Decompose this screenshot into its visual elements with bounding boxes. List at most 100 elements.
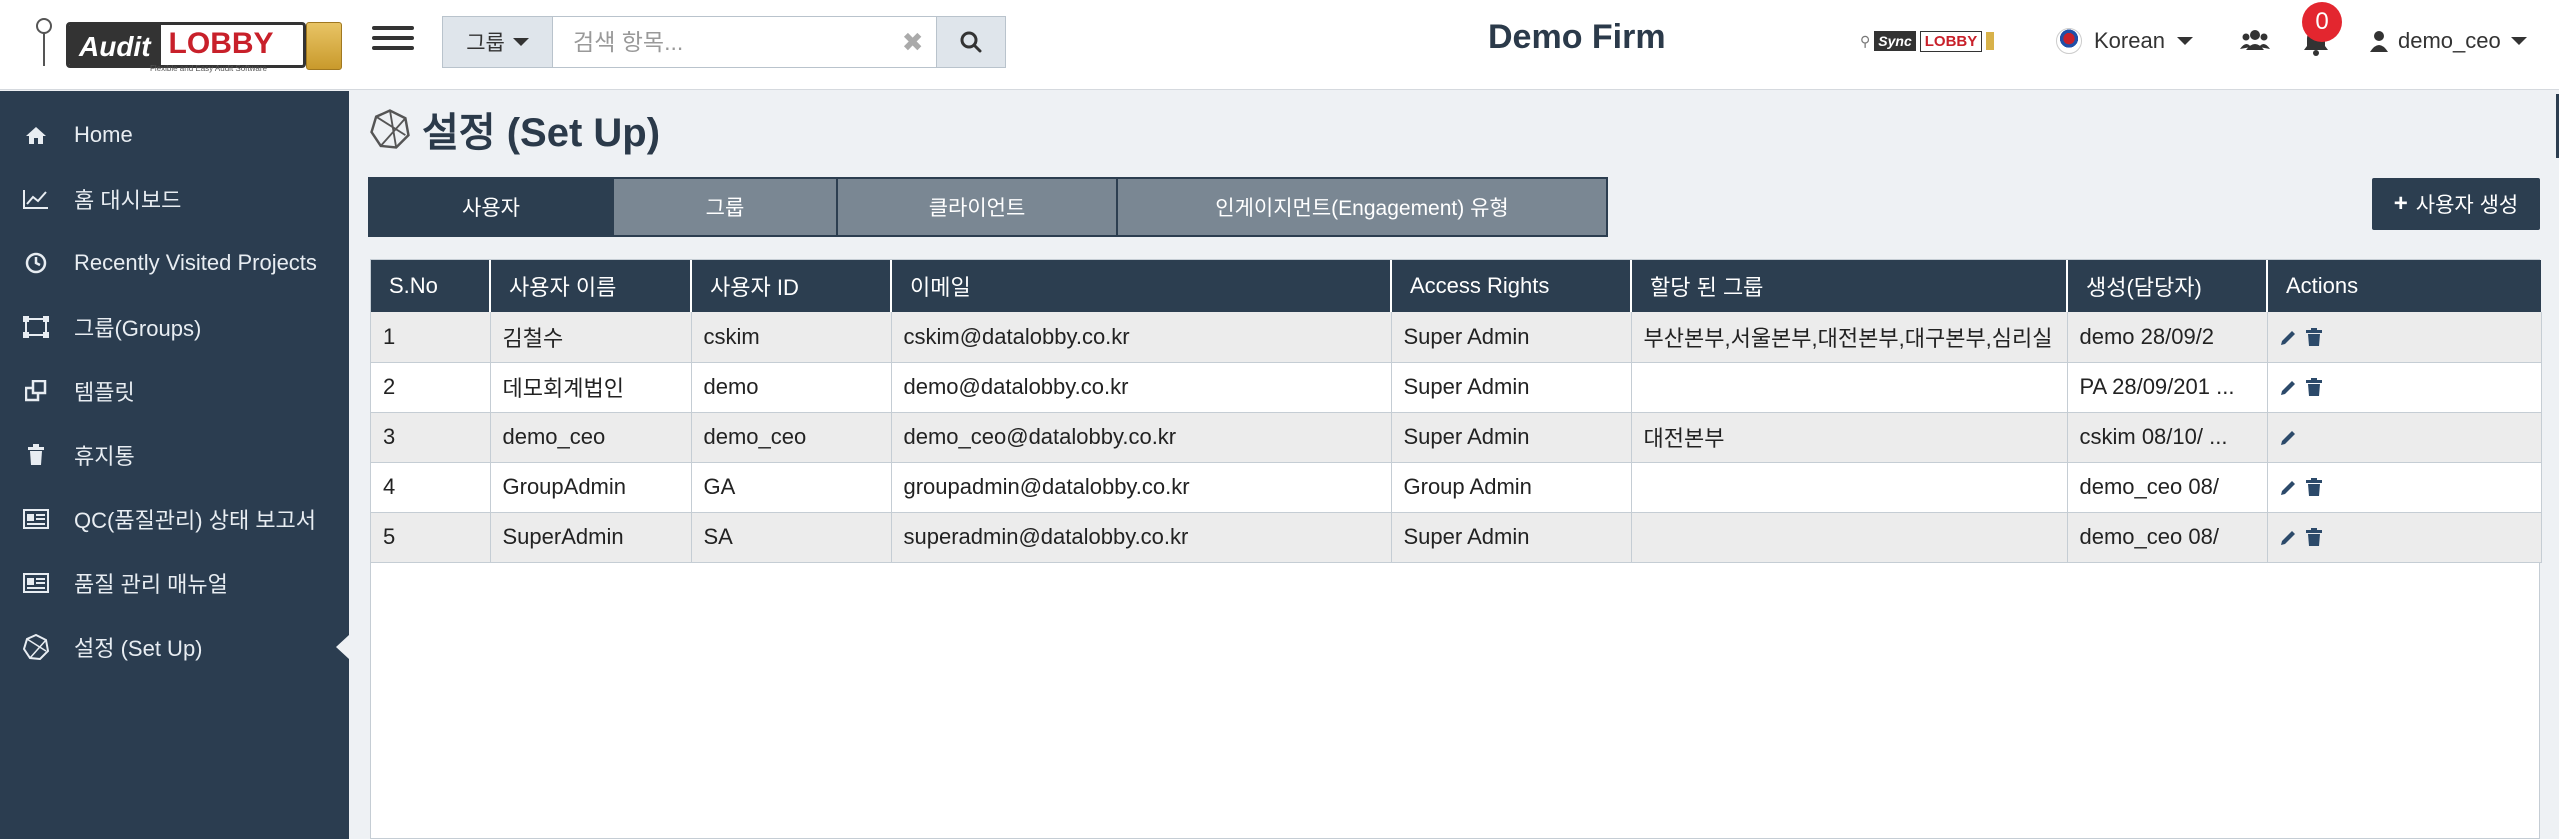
manual-icon	[22, 573, 50, 593]
menu-toggle-button[interactable]	[372, 20, 414, 60]
folder-icon	[306, 22, 342, 70]
table-row[interactable]: 1 김철수 cskim cskim@datalobby.co.kr Super …	[371, 312, 2542, 363]
pencil-icon[interactable]	[2280, 478, 2298, 496]
tab-clients[interactable]: 클라이언트	[838, 179, 1118, 235]
logo-audit-text: Audit	[69, 25, 161, 65]
table-row[interactable]: 5 SuperAdmin SA superadmin@datalobby.co.…	[371, 512, 2542, 563]
sidebar-item-label: 템플릿	[74, 380, 135, 405]
cell-id: demo	[691, 362, 892, 413]
report-icon	[22, 509, 50, 529]
column-header[interactable]: 생성(담당자)	[2067, 260, 2268, 312]
users-icon[interactable]	[2240, 28, 2270, 57]
caret-down-icon	[2510, 37, 2527, 45]
cell-groups	[1631, 362, 2068, 413]
column-header[interactable]: 사용자 이름	[490, 260, 692, 312]
caret-down-icon	[2176, 37, 2193, 45]
home-icon	[22, 125, 50, 145]
page-title-text: 설정 (Set Up)	[422, 111, 661, 155]
tab-engagement-types[interactable]: 인게이지먼트(Engagement) 유형	[1118, 179, 1606, 235]
language-label: Korean	[2094, 28, 2165, 53]
column-header[interactable]: Access Rights	[1391, 260, 1632, 312]
cell-actions	[2267, 312, 2542, 363]
pencil-icon[interactable]	[2280, 378, 2298, 396]
cell-created: demo_ceo 08/	[2067, 462, 2268, 513]
sidebar-item-label: 홈 대시보드	[74, 188, 182, 213]
cell-groups	[1631, 462, 2068, 513]
clear-icon[interactable]: ✖	[889, 17, 937, 67]
search-button[interactable]	[936, 17, 1005, 67]
cell-sno: 3	[371, 412, 491, 463]
sidebar-item-templates[interactable]: 템플릿	[0, 361, 349, 421]
table-row[interactable]: 4 GroupAdmin GA groupadmin@datalobby.co.…	[371, 462, 2542, 513]
sidebar-item-home[interactable]: Home	[0, 105, 349, 165]
cell-groups	[1631, 512, 2068, 563]
search-group-label: 그룹	[466, 32, 505, 55]
cell-actions	[2267, 462, 2542, 513]
tab-groups[interactable]: 그룹	[614, 179, 838, 235]
sidebar-item-qc-manual[interactable]: 품질 관리 매뉴얼	[0, 553, 349, 613]
cell-sno: 1	[371, 312, 491, 363]
cell-actions	[2267, 412, 2542, 463]
cell-email: groupadmin@datalobby.co.kr	[891, 462, 1392, 513]
page-title: 설정 (Set Up)	[370, 100, 660, 158]
cell-email: superadmin@datalobby.co.kr	[891, 512, 1392, 563]
firm-name: Demo Firm	[1488, 18, 1666, 56]
sidebar-item-groups[interactable]: 그룹(Groups)	[0, 297, 349, 357]
top-header: Audit LOBBY Flexible and Easy Audit Soft…	[0, 0, 2559, 90]
column-header[interactable]: 이메일	[891, 260, 1392, 312]
cell-created: PA 28/09/201 ...	[2067, 362, 2268, 413]
pencil-icon[interactable]	[2280, 328, 2298, 346]
create-user-button[interactable]: + 사용자 생성	[2372, 178, 2540, 230]
sidebar-item-setup[interactable]: 설정 (Set Up)	[0, 617, 349, 677]
audit-lobby-logo[interactable]: Audit LOBBY Flexible and Easy Audit Soft…	[30, 14, 342, 74]
sidebar-item-label: 휴지통	[74, 444, 135, 469]
search-group-dropdown[interactable]: 그룹	[443, 17, 554, 67]
pin-icon	[36, 18, 52, 66]
template-icon	[22, 380, 50, 402]
table-row[interactable]: 2 데모회계법인 demo demo@datalobby.co.kr Super…	[371, 362, 2542, 413]
column-header: Actions	[2267, 260, 2541, 312]
search-input[interactable]	[553, 17, 890, 67]
caret-down-icon	[512, 38, 529, 46]
tab-users[interactable]: 사용자	[370, 179, 614, 235]
trash-icon	[22, 444, 50, 466]
groups-icon	[22, 316, 50, 338]
cell-id: SA	[691, 512, 892, 563]
trash-icon[interactable]	[2305, 327, 2322, 346]
cell-groups: 대전본부	[1631, 412, 2068, 463]
trash-icon[interactable]	[2305, 528, 2322, 546]
username: demo_ceo	[2398, 28, 2501, 53]
cell-email: demo@datalobby.co.kr	[891, 362, 1392, 413]
column-header[interactable]: 할당 된 그룹	[1631, 260, 2068, 312]
user-menu[interactable]: demo_ceo	[2370, 28, 2527, 54]
sidebar-item-recent-projects[interactable]: Recently Visited Projects	[0, 233, 349, 293]
sidebar-item-trash[interactable]: 휴지통	[0, 425, 349, 485]
cell-created: cskim 08/10/ ...	[2067, 412, 2268, 463]
setup-icon	[370, 109, 410, 149]
sidebar-item-qc-report[interactable]: QC(품질관리) 상태 보고서	[0, 489, 349, 549]
trash-icon[interactable]	[2305, 378, 2322, 396]
users-table: S.No 사용자 이름 사용자 ID 이메일 Access Rights 할당 …	[370, 259, 2542, 839]
sidebar-item-label: 그룹(Groups)	[74, 316, 202, 341]
sync-lobby-button[interactable]: ⚲ Sync LOBBY	[1860, 28, 1995, 54]
language-selector[interactable]: Korean	[2056, 28, 2193, 54]
setup-icon	[22, 634, 50, 660]
cell-rights: Super Admin	[1391, 412, 1632, 463]
cell-actions	[2267, 512, 2542, 563]
pencil-icon[interactable]	[2280, 528, 2298, 546]
cell-created: demo_ceo 08/	[2067, 512, 2268, 563]
cell-created: demo 28/09/2	[2067, 312, 2268, 363]
sync-lobby-text: LOBBY	[1919, 30, 1983, 52]
cell-email: cskim@datalobby.co.kr	[891, 312, 1392, 363]
sidebar-item-label: QC(품질관리) 상태 보고서	[74, 508, 317, 533]
cell-name: GroupAdmin	[490, 462, 692, 513]
search-bar: 그룹 ✖	[442, 16, 1006, 68]
cell-groups: 부산본부,서울본부,대전본부,대구본부,심리실	[1631, 312, 2068, 363]
trash-icon[interactable]	[2305, 478, 2322, 496]
sidebar-item-dashboard[interactable]: 홈 대시보드	[0, 169, 349, 229]
table-row[interactable]: 3 demo_ceo demo_ceo demo_ceo@datalobby.c…	[371, 412, 2542, 463]
column-header[interactable]: S.No	[371, 260, 491, 312]
pencil-icon[interactable]	[2280, 428, 2298, 446]
column-header[interactable]: 사용자 ID	[691, 260, 892, 312]
create-user-label: 사용자 생성	[2415, 194, 2519, 217]
